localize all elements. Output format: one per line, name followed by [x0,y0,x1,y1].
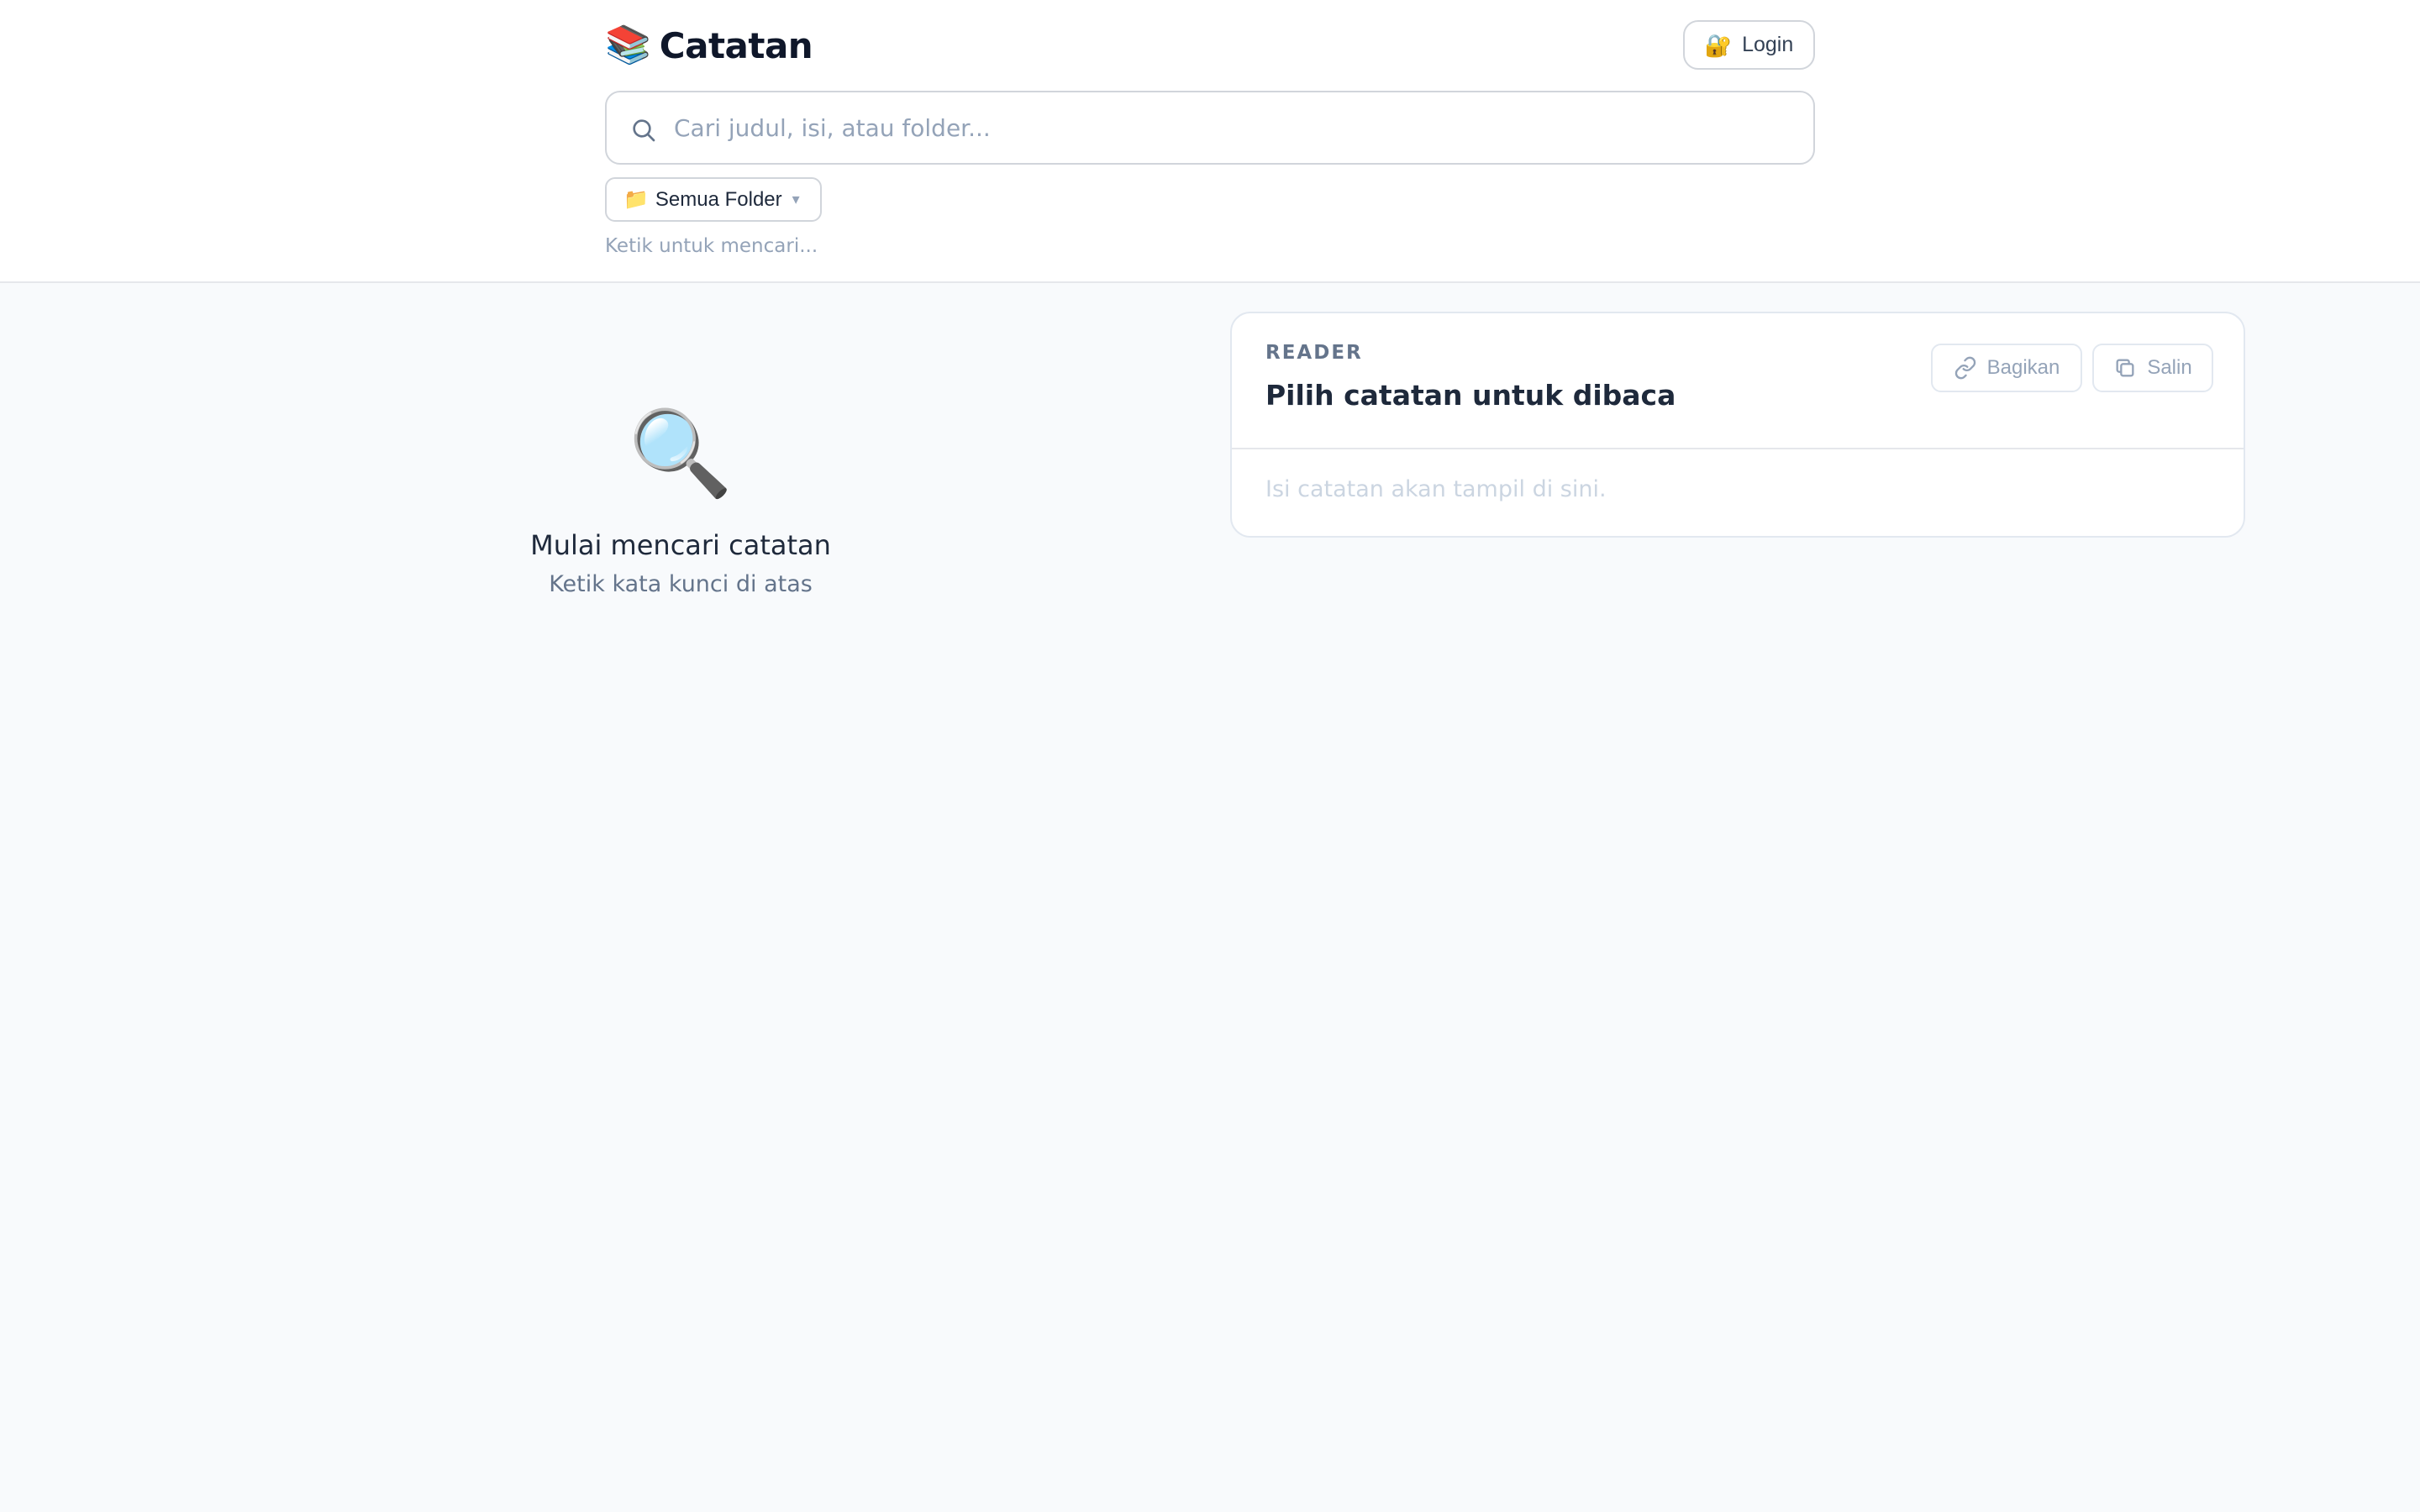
lock-icon: 🔐 [1704,32,1733,58]
folder-filter-label: Semua Folder [655,187,782,211]
reader-label: READER [1265,342,1363,364]
top-header: 📚 Catatan 🔐 Login 📁 Semua Folder ▾ Ketik… [0,0,2420,283]
search-hint: Ketik untuk mencari... [605,235,818,257]
search-input[interactable] [674,92,1800,163]
results-empty-state: 🔍 Mulai mencari catatan Ketik kata kunci… [513,404,849,598]
folder-icon: 📁 [623,187,649,211]
folder-filter-dropdown[interactable]: 📁 Semua Folder ▾ [605,177,822,222]
share-button[interactable]: Bagikan [1931,344,2082,392]
brand: 📚 Catatan [605,22,813,69]
search-icon [633,119,655,142]
reader-body: Isi catatan akan tampil di sini. [1265,476,1607,502]
share-label: Bagikan [1986,356,2060,379]
search-box[interactable] [605,91,1815,165]
link-icon [1954,356,1975,380]
reader-panel: READER Pilih catatan untuk dibaca Bagika… [1230,312,2245,538]
login-label: Login [1742,33,1794,56]
copy-label: Salin [2147,356,2192,379]
empty-state-subtitle: Ketik kata kunci di atas [549,571,813,597]
copy-button[interactable]: Salin [2092,344,2213,392]
chevron-down-icon: ▾ [792,191,800,207]
books-icon: 📚 [605,24,651,66]
copy-icon [2116,359,2134,377]
app-title: Catatan [659,24,813,66]
magnifier-icon: 🔍 [628,404,734,502]
empty-state-title: Mulai mencari catatan [530,529,831,561]
reader-header: READER Pilih catatan untuk dibaca Bagika… [1232,313,2244,449]
reader-title: Pilih catatan untuk dibaca [1265,379,1676,412]
login-button[interactable]: 🔐 Login [1683,20,1815,70]
